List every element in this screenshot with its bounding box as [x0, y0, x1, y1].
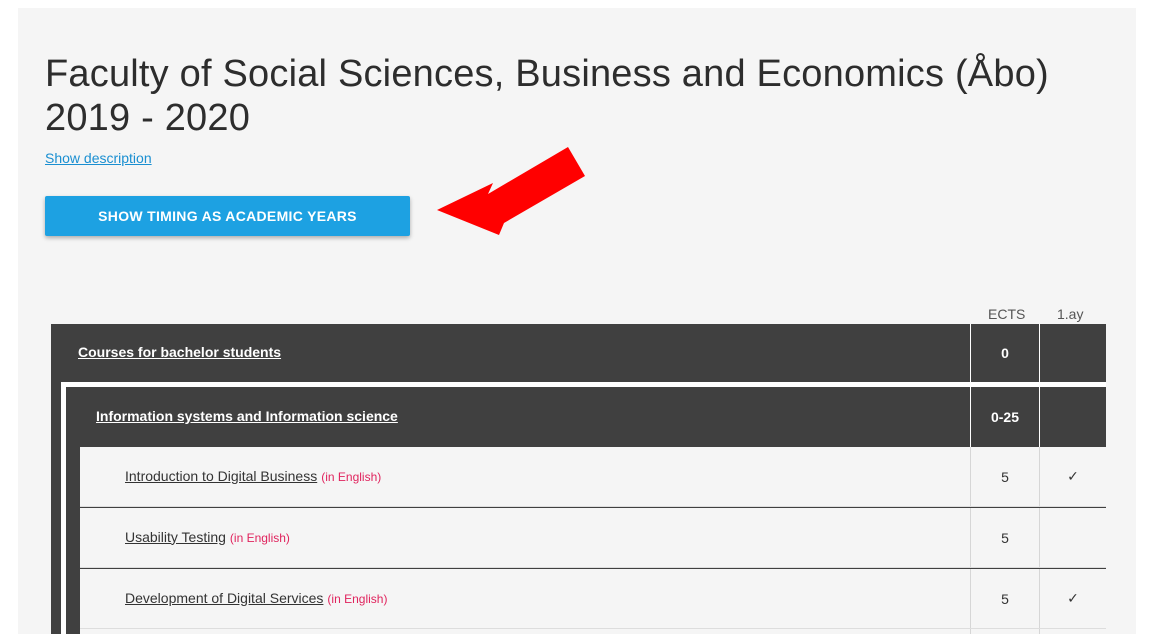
language-tag: (in English) — [229, 530, 290, 545]
group-ay — [1039, 387, 1106, 447]
ay-column-header: 1.ay — [1057, 306, 1084, 322]
group-row-info-systems: Information systems and Information scie… — [66, 387, 1106, 447]
course-ects: 5 — [970, 508, 1039, 567]
course-link-intro-digital-business[interactable]: Introduction to Digital Business — [125, 468, 317, 484]
course-row-partial — [80, 629, 1106, 634]
page-title-line2: 2019 - 2020 — [45, 97, 251, 139]
course-ects: 5 — [970, 447, 1039, 506]
course-ects: 5 — [970, 569, 1039, 628]
group-link-bachelor[interactable]: Courses for bachelor students — [78, 344, 281, 360]
timing-cell — [1039, 508, 1106, 567]
group-ects: 0-25 — [970, 387, 1039, 447]
group-row-bachelor: Courses for bachelor students 0 — [51, 324, 1106, 382]
course-row: Introduction to Digital Business (in Engl… — [80, 447, 1106, 507]
course-link-development-digital-services[interactable]: Development of Digital Services — [125, 590, 323, 606]
ects-column-header: ECTS — [988, 306, 1026, 322]
course-row: Usability Testing (in English) 5 — [80, 508, 1106, 568]
group-ay — [1039, 324, 1106, 382]
checkmark-icon: ✓ — [1039, 569, 1106, 628]
red-arrow-icon — [437, 147, 585, 235]
show-timing-button[interactable]: SHOW TIMING AS ACADEMIC YEARS — [45, 196, 410, 236]
group-link-info-systems[interactable]: Information systems and Information scie… — [96, 408, 398, 424]
course-link-usability-testing[interactable]: Usability Testing — [125, 529, 226, 545]
page-title-line1: Faculty of Social Sciences, Business and… — [45, 53, 1049, 95]
group-ects: 0 — [970, 324, 1039, 382]
language-tag: (in English) — [327, 591, 388, 606]
curriculum-table: Courses for bachelor students 0 Informat… — [51, 324, 1106, 634]
course-row: Development of Digital Services (in Engli… — [80, 569, 1106, 629]
checkmark-icon: ✓ — [1039, 447, 1106, 506]
language-tag: (in English) — [321, 469, 382, 484]
show-description-link[interactable]: Show description — [45, 150, 152, 166]
